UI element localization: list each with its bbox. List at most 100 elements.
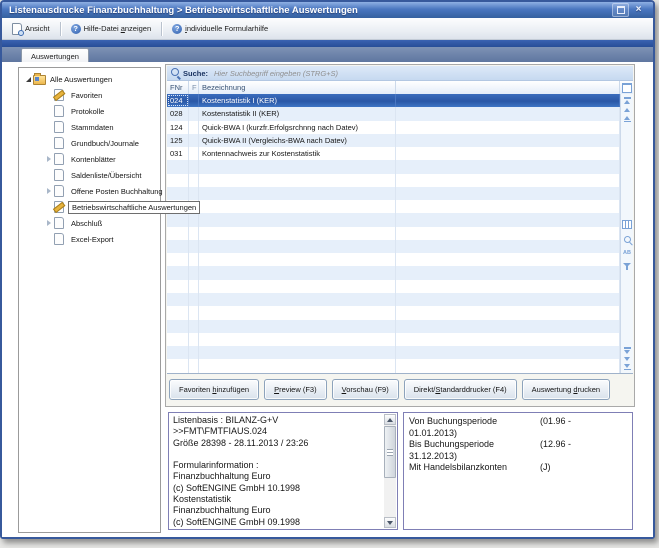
tree-item[interactable]: Favoriten (19, 87, 160, 103)
page-down-icon[interactable] (624, 347, 631, 354)
screen: Listenausdrucke Finanzbuchhaltung > Betr… (0, 0, 659, 548)
formularhilfe-button[interactable]: individuelle Formularhilfe (166, 22, 274, 36)
scrollbar-thumb[interactable] (384, 426, 396, 478)
scrollbar-down-button[interactable] (384, 517, 396, 528)
grid-side-toolbar (620, 94, 633, 373)
scrollbar-up-button[interactable] (384, 414, 396, 425)
cell-f (189, 227, 199, 240)
filter-icon[interactable] (623, 263, 631, 267)
scroll-up-icon[interactable] (624, 108, 630, 112)
tree-item-selected[interactable]: Betriebswirtschaftliche Auswertungen (19, 199, 160, 215)
column-header-empty[interactable] (396, 81, 620, 94)
tree-item[interactable]: Alle Auswertungen (19, 71, 160, 87)
column-chooser-icon (622, 83, 632, 93)
info-line: Größe 28398 - 28.11.2013 / 23:26 (173, 438, 381, 449)
table-row[interactable]: 031 Kontennachweis zur Kostenstatistik (167, 147, 620, 160)
cell-bezeichnung: Kostenstatistik I (KER) (199, 94, 396, 107)
vorschau-button[interactable]: Vorschau (F9) (332, 379, 399, 400)
favoriten-hinzufuegen-button[interactable]: Favoriten hinzufügen (169, 379, 259, 400)
cell-empty (396, 333, 620, 346)
tree-item[interactable]: Stammdaten (19, 119, 160, 135)
cell-f (189, 320, 199, 333)
preview-button[interactable]: Preview (F3) (264, 379, 327, 400)
column-chooser-button[interactable] (620, 81, 633, 94)
cell-empty (396, 94, 620, 107)
table-row-empty (167, 160, 620, 173)
scroll-top-icon[interactable] (624, 97, 631, 104)
cell-fnr: 024 (167, 94, 189, 107)
info-line: Finanzbuchhaltung Euro (173, 471, 381, 482)
parameter-label: Mit Handelsbilanzkonten (409, 462, 540, 474)
table-row[interactable]: 028 Kostenstatistik II (KER) (167, 107, 620, 120)
info-scrollbar[interactable] (384, 414, 396, 528)
arrow-up-icon (387, 418, 393, 422)
expander-icon[interactable] (23, 77, 33, 82)
cell-empty (396, 266, 620, 279)
search-icon (171, 68, 179, 76)
tree-item-label: Offene Posten Buchhaltung (68, 186, 166, 197)
cell-fnr (167, 240, 189, 253)
cell-bezeichnung (199, 333, 396, 346)
search-input[interactable] (212, 68, 629, 79)
cell-fnr: 031 (167, 147, 189, 160)
edit-document-icon (54, 89, 64, 101)
reports-grid: FNr F Bezeichnung 024 Kostenstatistik I … (167, 81, 633, 374)
cell-bezeichnung (199, 160, 396, 173)
table-row-empty (167, 280, 620, 293)
table-row[interactable]: 124 Quick-BWA I (kurzfr.Erfolgsrchnng na… (167, 121, 620, 134)
document-icon (54, 185, 64, 197)
cell-f (189, 187, 199, 200)
tree-item[interactable]: Excel-Export (19, 231, 160, 247)
cell-bezeichnung (199, 280, 396, 293)
tab-auswertungen[interactable]: Auswertungen (21, 48, 89, 63)
document-icon (54, 217, 64, 229)
close-icon: × (636, 5, 642, 15)
expander-icon[interactable] (44, 220, 54, 226)
column-header-f[interactable]: F (189, 81, 199, 94)
tree-item[interactable]: Kontenblätter (19, 151, 160, 167)
direkt-standarddrucker-button[interactable]: Direkt/Standarddrucker (F4) (404, 379, 517, 400)
parameter-row: Mit Handelsbilanzkonten(J) (409, 462, 610, 474)
navigation-tree-panel: Alle Auswertungen Favoriten Protokolle S… (18, 67, 161, 533)
info-line: Listenbasis : BILANZ-G+V (173, 415, 381, 426)
sort-icon[interactable] (623, 250, 631, 256)
table-row-empty (167, 266, 620, 279)
tree-item[interactable]: Offene Posten Buchhaltung (19, 183, 160, 199)
page-up-icon[interactable] (624, 116, 631, 123)
zoom-icon[interactable] (624, 236, 631, 243)
window-title: Listenausdrucke Finanzbuchhaltung > Betr… (9, 5, 358, 16)
cell-fnr (167, 280, 189, 293)
expander-icon[interactable] (44, 188, 54, 194)
tree-item[interactable]: Abschluß (19, 215, 160, 231)
table-row-selected[interactable]: 024 Kostenstatistik I (KER) (167, 94, 620, 107)
close-window-button[interactable]: × (631, 4, 646, 16)
scroll-down-icon[interactable] (624, 357, 630, 361)
tree-item[interactable]: Grundbuch/Journale (19, 135, 160, 151)
expander-icon[interactable] (44, 156, 54, 162)
column-header-bezeichnung[interactable]: Bezeichnung (199, 81, 396, 94)
table-row-empty (167, 200, 620, 213)
cell-fnr (167, 293, 189, 306)
tree-item[interactable]: Protokolle (19, 103, 160, 119)
table-row-empty (167, 359, 620, 372)
cell-fnr: 124 (167, 121, 189, 134)
restore-window-button[interactable] (612, 3, 629, 17)
cell-bezeichnung: Kontennachweis zur Kostenstatistik (199, 147, 396, 160)
hilfe-datei-button[interactable]: Hilfe-Datei anzeigen (65, 22, 158, 36)
cell-fnr (167, 213, 189, 226)
cell-fnr: 028 (167, 107, 189, 120)
tree-item[interactable]: Saldenliste/Übersicht (19, 167, 160, 183)
table-row-empty (167, 306, 620, 319)
table-row-empty (167, 213, 620, 226)
column-header-fnr[interactable]: FNr (167, 81, 189, 94)
cell-empty (396, 359, 620, 372)
cell-fnr (167, 227, 189, 240)
columns-icon[interactable] (622, 220, 632, 229)
scroll-bottom-icon[interactable] (624, 364, 631, 371)
table-row[interactable]: 125 Quick-BWA II (Vergleichs-BWA nach Da… (167, 134, 620, 147)
auswertung-drucken-button[interactable]: Auswertung drucken (522, 379, 610, 400)
document-icon (54, 233, 64, 245)
ansicht-button[interactable]: Ansicht (6, 21, 56, 37)
cell-empty (396, 346, 620, 359)
table-row-empty (167, 227, 620, 240)
